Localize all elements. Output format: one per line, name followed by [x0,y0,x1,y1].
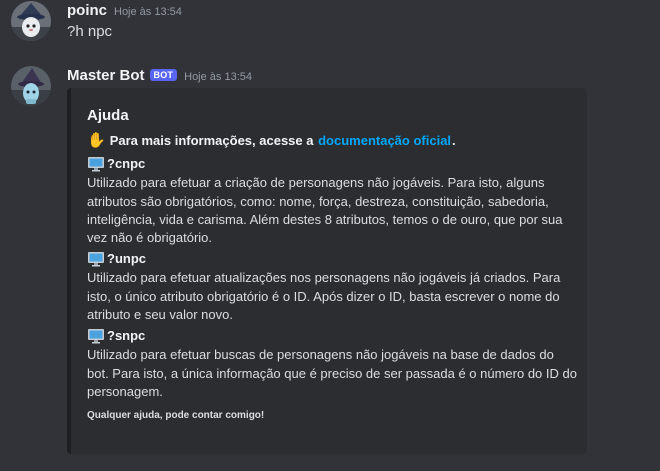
monitor-icon [88,329,104,344]
embed-body: ✋ Para mais informações, acesse a docume… [87,132,579,426]
user-message-text: ?h npc [67,23,113,40]
command-name: ?snpc [107,328,146,344]
user-username[interactable]: poinc [67,2,107,19]
bot-timestamp[interactable]: Hoje às 13:54 [184,71,252,83]
command-title-snpc: ?snpc [87,326,579,346]
command-description: Utilizado para efetuar buscas de persona… [87,347,577,399]
command-description: Utilizado para efetuar atualizações nos … [87,270,561,323]
intro-prefix: Para mais informações, acesse a [109,133,314,148]
monitor-icon [88,252,104,267]
command-title-cnpc: ?cnpc [87,154,579,174]
user-avatar[interactable] [11,1,51,41]
help-embed: Ajuda ✋ Para mais informações, acesse a … [67,88,587,454]
command-title-unpc: ?unpc [87,249,579,269]
embed-intro: ✋ Para mais informações, acesse a docume… [87,132,579,150]
bot-avatar[interactable] [11,66,51,106]
user-timestamp[interactable]: Hoje às 13:54 [114,6,182,18]
embed-title: Ajuda [87,107,129,124]
wave-icon: ✋ [87,132,106,149]
command-name: ?cnpc [107,156,146,172]
intro-suffix: . [452,133,456,148]
embed-footer: Qualquer ajuda, pode contar comigo! [87,410,265,422]
command-description: Utilizado para efetuar a criação de pers… [87,175,563,246]
monitor-icon [88,157,104,172]
bot-username[interactable]: Master Bot [67,67,145,84]
message-user: poinc Hoje às 13:54 ?h npc [0,0,660,50]
bot-badge: BOT [149,69,178,81]
command-name: ?unpc [107,251,146,267]
documentation-link[interactable]: documentação oficial [318,132,451,150]
